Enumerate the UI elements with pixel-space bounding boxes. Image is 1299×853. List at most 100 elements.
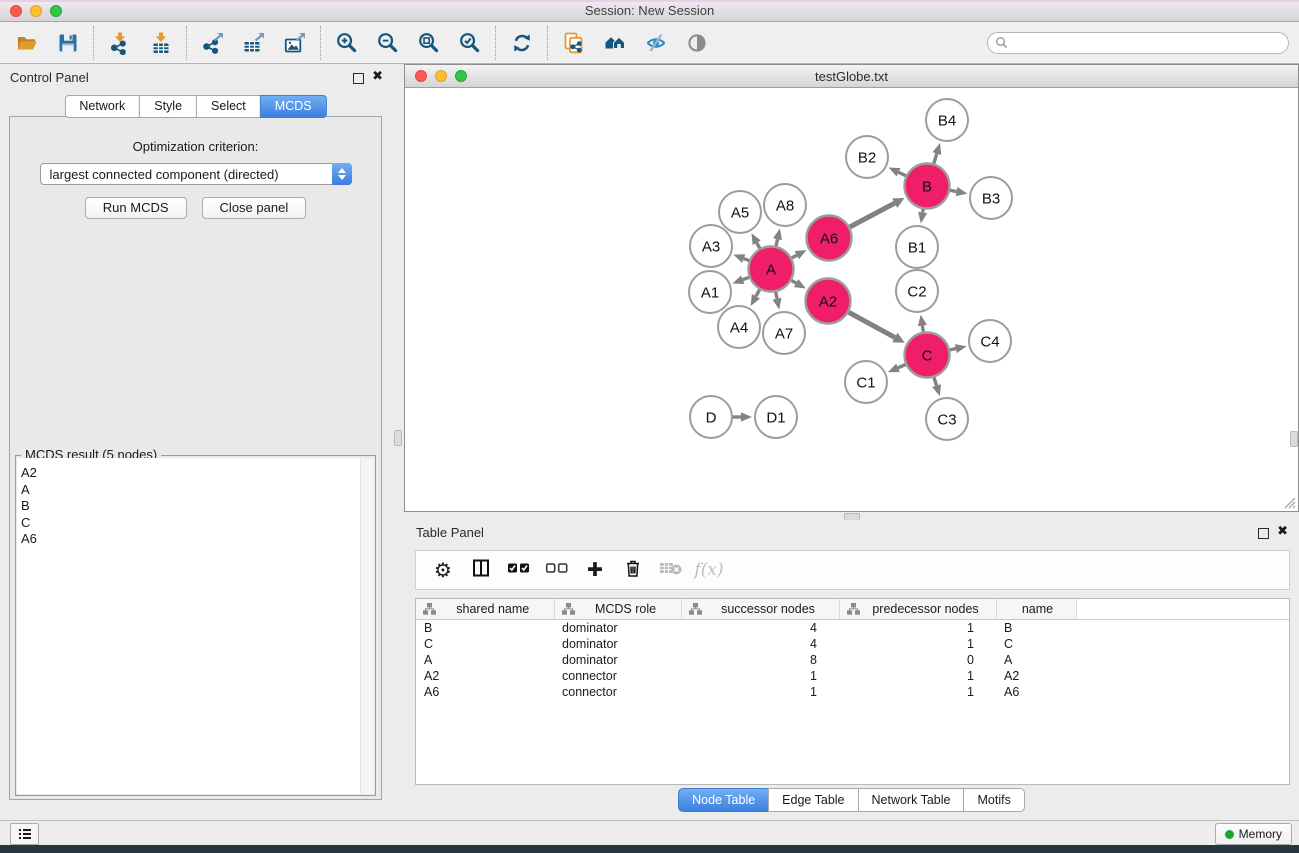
- import-network-button[interactable]: [99, 25, 140, 61]
- column-header-MCDS-role[interactable]: MCDS role: [554, 599, 681, 620]
- table-cell[interactable]: C: [996, 636, 1076, 652]
- graph-edge[interactable]: [932, 377, 941, 396]
- deselect-all-button[interactable]: [538, 553, 576, 587]
- table-cell[interactable]: B: [416, 620, 554, 637]
- search-input[interactable]: [987, 32, 1289, 54]
- vertical-splitter[interactable]: [391, 64, 404, 820]
- show-details-button[interactable]: [676, 25, 717, 61]
- tab-mcds[interactable]: MCDS: [260, 95, 327, 118]
- column-header-successor-nodes[interactable]: successor nodes: [681, 599, 839, 620]
- graph-node-A6[interactable]: A6: [807, 216, 852, 261]
- copy-view-button[interactable]: [553, 25, 594, 61]
- table-cell[interactable]: 4: [681, 620, 839, 637]
- graph-edge[interactable]: [733, 254, 749, 263]
- network-canvas[interactable]: B4B2BB3A8A5A6A3B1AA1C2A2A4A7C4CC1DD1C3: [405, 87, 1298, 511]
- export-image-button[interactable]: [274, 25, 315, 61]
- table-cell[interactable]: 1: [839, 636, 996, 652]
- table-cell[interactable]: A: [416, 652, 554, 668]
- graph-edge[interactable]: [751, 290, 760, 306]
- list-item[interactable]: A2: [17, 465, 361, 482]
- table-cell[interactable]: dominator: [554, 620, 681, 637]
- import-table-button[interactable]: [140, 25, 181, 61]
- graph-edge[interactable]: [849, 312, 905, 343]
- graph-edge[interactable]: [791, 279, 805, 288]
- graph-node-A2[interactable]: A2: [806, 279, 851, 324]
- results-splitter-handle[interactable]: [1290, 431, 1298, 447]
- column-header-predecessor-nodes[interactable]: predecessor nodes: [839, 599, 996, 620]
- table-cell[interactable]: 1: [681, 684, 839, 700]
- graph-edge[interactable]: [751, 233, 760, 248]
- table-cell[interactable]: connector: [554, 684, 681, 700]
- save-button[interactable]: [47, 25, 88, 61]
- graph-node-A5[interactable]: A5: [719, 191, 761, 233]
- graph-node-B4[interactable]: B4: [926, 99, 968, 141]
- hide-details-button[interactable]: [635, 25, 676, 61]
- graph-node-D[interactable]: D: [690, 396, 732, 438]
- task-history-button[interactable]: [10, 823, 39, 845]
- table-cell[interactable]: A6: [996, 684, 1076, 700]
- tab-select[interactable]: Select: [196, 95, 261, 118]
- list-item[interactable]: A: [17, 482, 361, 499]
- table-cell[interactable]: 1: [839, 620, 996, 637]
- table-cell[interactable]: dominator: [554, 636, 681, 652]
- table-cell[interactable]: A2: [416, 668, 554, 684]
- criterion-select[interactable]: largest connected component (directed): [40, 163, 352, 185]
- zoom-selected-button[interactable]: [449, 25, 490, 61]
- graph-edge[interactable]: [792, 250, 807, 259]
- table-row[interactable]: A2connector11A2: [416, 668, 1290, 684]
- graph-edge[interactable]: [918, 315, 927, 332]
- table-cell[interactable]: 0: [839, 652, 996, 668]
- graph-edge[interactable]: [732, 275, 749, 284]
- table-cell[interactable]: A: [996, 652, 1076, 668]
- resize-grip-icon[interactable]: [1282, 495, 1296, 509]
- graph-node-B[interactable]: B: [905, 164, 950, 209]
- open-button[interactable]: [6, 25, 47, 61]
- graph-edge[interactable]: [950, 344, 967, 353]
- delete-column-button[interactable]: [614, 553, 652, 587]
- select-all-button[interactable]: [500, 553, 538, 587]
- table-cell[interactable]: dominator: [554, 652, 681, 668]
- table-row[interactable]: A6connector11A6: [416, 684, 1290, 700]
- table-cell[interactable]: 1: [839, 684, 996, 700]
- graph-node-A[interactable]: A: [749, 247, 794, 292]
- columns-button[interactable]: [462, 553, 500, 587]
- add-column-button[interactable]: ✚: [576, 553, 614, 587]
- list-item[interactable]: C: [17, 515, 361, 532]
- tab-node-table[interactable]: Node Table: [678, 788, 769, 812]
- table-close-icon[interactable]: ✖: [1277, 523, 1288, 539]
- column-header-name[interactable]: name: [996, 599, 1076, 620]
- graph-node-A8[interactable]: A8: [764, 184, 806, 226]
- graph-node-B2[interactable]: B2: [846, 136, 888, 178]
- table-cell[interactable]: 1: [839, 668, 996, 684]
- export-table-button[interactable]: [233, 25, 274, 61]
- graph-edge[interactable]: [889, 167, 906, 176]
- table-cell[interactable]: A2: [996, 668, 1076, 684]
- home-button[interactable]: [594, 25, 635, 61]
- graph-edge[interactable]: [850, 198, 905, 227]
- table-cell[interactable]: connector: [554, 668, 681, 684]
- graph-edge[interactable]: [773, 292, 782, 309]
- network-window-titlebar[interactable]: testGlobe.txt: [405, 65, 1298, 88]
- float-panel-icon[interactable]: [353, 73, 364, 84]
- list-item[interactable]: B: [17, 498, 361, 515]
- graph-node-C[interactable]: C: [905, 333, 950, 378]
- zoom-in-button[interactable]: [326, 25, 367, 61]
- graph-edge[interactable]: [950, 187, 967, 196]
- graph-node-C4[interactable]: C4: [969, 320, 1011, 362]
- table-float-icon[interactable]: [1258, 528, 1269, 539]
- graph-node-C2[interactable]: C2: [896, 270, 938, 312]
- run-mcds-button[interactable]: Run MCDS: [85, 197, 187, 219]
- tab-style[interactable]: Style: [139, 95, 197, 118]
- graph-node-D1[interactable]: D1: [755, 396, 797, 438]
- table-row[interactable]: Bdominator41B: [416, 620, 1290, 637]
- tab-motifs[interactable]: Motifs: [963, 788, 1024, 812]
- table-cell[interactable]: A6: [416, 684, 554, 700]
- graph-node-A3[interactable]: A3: [690, 225, 732, 267]
- graph-node-B1[interactable]: B1: [896, 226, 938, 268]
- zoom-out-button[interactable]: [367, 25, 408, 61]
- graph-edge[interactable]: [932, 143, 941, 164]
- graph-edge[interactable]: [733, 412, 752, 421]
- table-row[interactable]: Cdominator41C: [416, 636, 1290, 652]
- memory-button[interactable]: Memory: [1215, 823, 1292, 845]
- table-cell[interactable]: C: [416, 636, 554, 652]
